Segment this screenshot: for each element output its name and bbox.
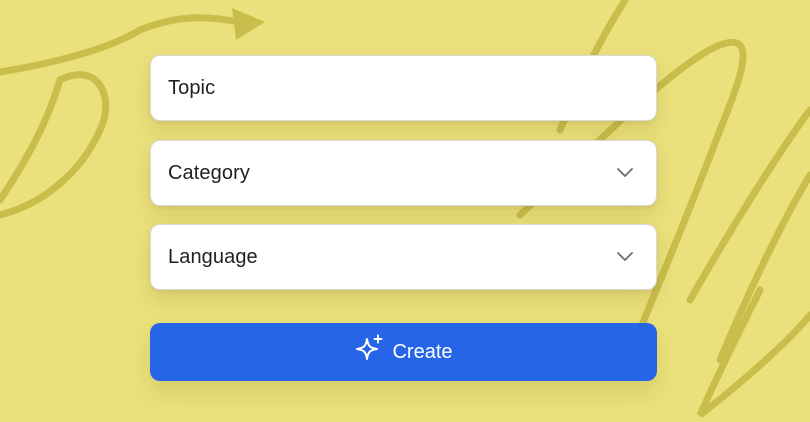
category-select[interactable]: Category	[150, 140, 657, 206]
topic-input[interactable]: Topic	[150, 55, 657, 121]
create-button-label: Create	[392, 340, 453, 363]
topic-placeholder: Topic	[168, 76, 216, 99]
chevron-down-icon	[616, 164, 634, 182]
category-placeholder: Category	[168, 161, 250, 184]
language-placeholder: Language	[168, 245, 258, 268]
create-button[interactable]: Create	[150, 323, 657, 381]
language-select[interactable]: Language	[150, 224, 657, 290]
sparkles-icon	[354, 334, 384, 370]
chevron-down-icon	[616, 248, 634, 266]
